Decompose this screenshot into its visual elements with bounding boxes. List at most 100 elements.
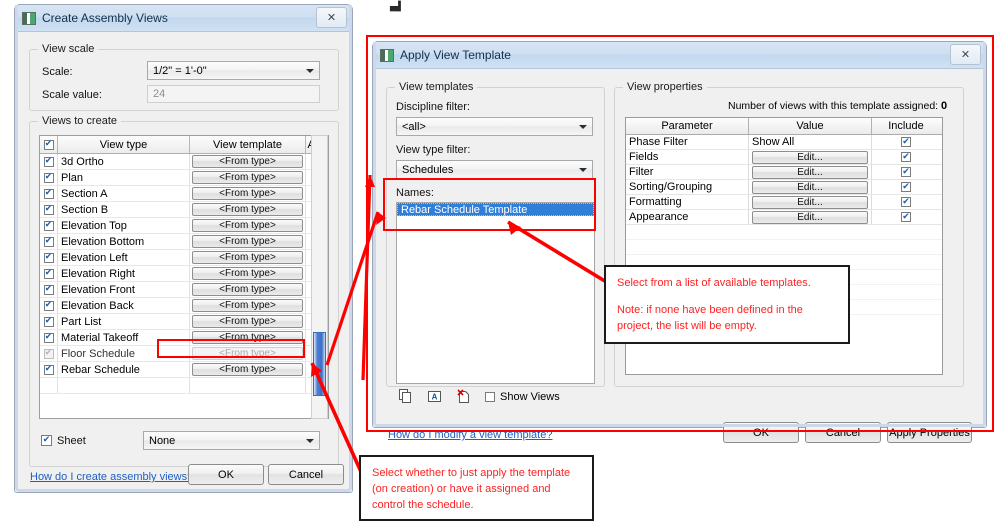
row-select-cell[interactable]: ✔ — [40, 154, 58, 169]
row-select-checkbox[interactable]: ✔ — [43, 220, 54, 231]
table-row[interactable]: ✔Rebar Schedule<From type>✔ — [40, 362, 328, 378]
views-scrollbar-thumb[interactable] — [313, 332, 326, 396]
select-all-cell[interactable]: ✔ — [40, 136, 58, 153]
row-select-cell[interactable]: ✔ — [40, 362, 58, 377]
include-cell[interactable]: ✔ — [872, 180, 940, 194]
left-cancel-button[interactable]: Cancel — [268, 464, 344, 485]
table-row[interactable]: Formatting Edit... ✔ — [626, 195, 942, 210]
table-row[interactable]: ✔Section B<From type>✔ — [40, 202, 328, 218]
view-template-cell[interactable]: <From type> — [190, 330, 306, 345]
row-select-cell[interactable]: ✔ — [40, 298, 58, 313]
table-row-empty[interactable] — [40, 378, 328, 394]
row-select-cell[interactable]: ✔ — [40, 266, 58, 281]
scale-combobox[interactable]: 1/2" = 1'-0" — [147, 61, 320, 80]
view-template-button[interactable]: <From type> — [192, 171, 303, 184]
include-cell[interactable]: ✔ — [872, 135, 940, 149]
view-template-cell[interactable]: <From type> — [190, 362, 306, 377]
value-cell[interactable]: Show All — [749, 135, 872, 149]
row-select-checkbox[interactable]: ✔ — [43, 364, 54, 375]
row-select-cell[interactable]: ✔ — [40, 346, 58, 361]
table-row[interactable]: ✔Elevation Back<From type>✔ — [40, 298, 328, 314]
show-views-checkbox-row[interactable]: ✔ Show Views — [485, 391, 560, 403]
row-select-cell[interactable]: ✔ — [40, 282, 58, 297]
close-icon[interactable]: ✕ — [316, 7, 347, 28]
edit-button[interactable]: Edit... — [752, 210, 868, 224]
include-cell[interactable]: ✔ — [872, 210, 940, 224]
edit-button[interactable]: Edit... — [752, 150, 868, 164]
table-row[interactable]: ✔Elevation Bottom<From type>✔ — [40, 234, 328, 250]
row-select-cell[interactable]: ✔ — [40, 218, 58, 233]
table-row[interactable]: Sorting/Grouping Edit... ✔ — [626, 180, 942, 195]
value-cell[interactable]: Edit... — [749, 150, 872, 164]
row-select-checkbox[interactable]: ✔ — [43, 204, 54, 215]
row-select-checkbox[interactable]: ✔ — [43, 332, 54, 343]
table-row[interactable]: ✔Elevation Top<From type>✔ — [40, 218, 328, 234]
view-template-button[interactable]: <From type> — [192, 187, 303, 200]
view-template-button[interactable]: <From type> — [192, 299, 303, 312]
view-template-cell[interactable]: <From type> — [190, 154, 306, 169]
row-select-cell[interactable]: ✔ — [40, 170, 58, 185]
view-template-cell[interactable]: <From type> — [190, 266, 306, 281]
include-checkbox[interactable]: ✔ — [901, 137, 911, 147]
edit-button[interactable]: Edit... — [752, 165, 868, 179]
view-template-button[interactable]: <From type> — [192, 283, 303, 296]
view-template-cell[interactable]: <From type> — [190, 282, 306, 297]
table-row[interactable]: ✔Section A<From type>✔ — [40, 186, 328, 202]
row-select-cell[interactable]: ✔ — [40, 202, 58, 217]
include-cell[interactable]: ✔ — [872, 150, 940, 164]
include-checkbox[interactable]: ✔ — [901, 152, 911, 162]
table-row[interactable]: ✔3d Ortho<From type>✔ — [40, 154, 328, 170]
view-template-button[interactable]: <From type> — [192, 315, 303, 328]
view-template-button[interactable]: <From type> — [192, 347, 303, 360]
table-row[interactable]: ✔Elevation Front<From type>✔ — [40, 282, 328, 298]
view-template-button[interactable]: <From type> — [192, 251, 303, 264]
views-table[interactable]: ✔ View type View template Assign ✔ 3d Ort… — [39, 135, 329, 419]
row-select-checkbox[interactable]: ✔ — [43, 268, 54, 279]
template-names-listbox[interactable]: Rebar Schedule Template — [396, 202, 595, 384]
row-select-cell[interactable]: ✔ — [40, 250, 58, 265]
apply-properties-button[interactable]: Apply Properties — [887, 422, 972, 443]
include-cell[interactable]: ✔ — [872, 195, 940, 209]
view-template-cell[interactable]: <From type> — [190, 186, 306, 201]
row-select-checkbox[interactable]: ✔ — [43, 172, 54, 183]
table-row[interactable]: Phase Filter Show All ✔ — [626, 135, 942, 150]
sheet-combobox[interactable]: None — [143, 431, 320, 450]
table-row[interactable]: Appearance Edit... ✔ — [626, 210, 942, 225]
select-all-checkbox[interactable]: ✔ — [43, 139, 54, 150]
view-template-button[interactable]: <From type> — [192, 267, 303, 280]
view-template-button[interactable]: <From type> — [192, 203, 303, 216]
table-row[interactable]: ✔Floor Schedule<From type>✔ — [40, 346, 328, 362]
view-template-cell[interactable]: <From type> — [190, 298, 306, 313]
row-select-checkbox[interactable]: ✔ — [43, 300, 54, 311]
view-template-button[interactable]: <From type> — [192, 155, 303, 168]
right-cancel-button[interactable]: Cancel — [805, 422, 881, 443]
discipline-filter-combobox[interactable]: <all> — [396, 117, 593, 136]
table-row[interactable]: Fields Edit... ✔ — [626, 150, 942, 165]
value-cell[interactable]: Edit... — [749, 195, 872, 209]
table-row[interactable]: ✔Material Takeoff<From type>✔ — [40, 330, 328, 346]
include-checkbox[interactable]: ✔ — [901, 212, 911, 222]
include-cell[interactable]: ✔ — [872, 165, 940, 179]
views-table-scrollbar[interactable] — [311, 135, 328, 419]
table-row[interactable]: ✔Plan<From type>✔ — [40, 170, 328, 186]
duplicate-icon[interactable] — [398, 389, 413, 404]
view-template-cell[interactable]: <From type> — [190, 250, 306, 265]
view-template-cell[interactable]: <From type> — [190, 314, 306, 329]
row-select-checkbox[interactable]: ✔ — [43, 156, 54, 167]
view-type-filter-combobox[interactable]: Schedules — [396, 160, 593, 179]
row-select-checkbox[interactable]: ✔ — [43, 348, 54, 359]
table-row[interactable]: ✔Elevation Left<From type>✔ — [40, 250, 328, 266]
row-select-checkbox[interactable]: ✔ — [43, 284, 54, 295]
row-select-checkbox[interactable]: ✔ — [43, 236, 54, 247]
left-dialog-titlebar[interactable]: Create Assembly Views ✕ — [15, 5, 352, 32]
table-row[interactable]: Filter Edit... ✔ — [626, 165, 942, 180]
left-ok-button[interactable]: OK — [188, 464, 264, 485]
value-cell[interactable]: Edit... — [749, 165, 872, 179]
close-icon[interactable]: ✕ — [950, 44, 981, 65]
row-select-checkbox[interactable]: ✔ — [43, 188, 54, 199]
view-template-cell[interactable]: <From type> — [190, 170, 306, 185]
include-checkbox[interactable]: ✔ — [901, 197, 911, 207]
include-checkbox[interactable]: ✔ — [901, 167, 911, 177]
right-dialog-titlebar[interactable]: Apply View Template ✕ — [373, 42, 986, 69]
right-ok-button[interactable]: OK — [723, 422, 799, 443]
